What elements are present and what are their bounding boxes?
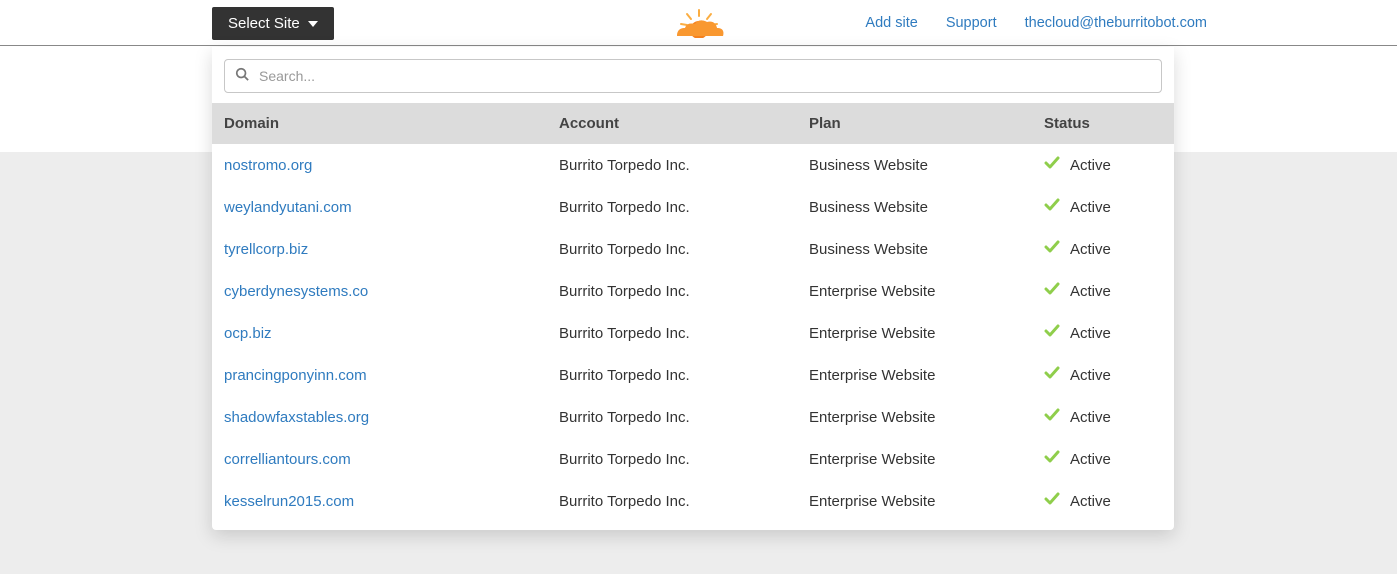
status-cell: Active bbox=[1044, 155, 1162, 175]
plan-cell: Enterprise Website bbox=[809, 367, 1044, 384]
check-icon bbox=[1044, 365, 1060, 385]
top-links: Add site Support thecloud@theburritobot.… bbox=[865, 0, 1207, 46]
status-text: Active bbox=[1070, 325, 1111, 342]
domain-link[interactable]: correlliantours.com bbox=[224, 451, 351, 468]
plan-cell: Business Website bbox=[809, 199, 1044, 216]
plan-cell: Enterprise Website bbox=[809, 325, 1044, 342]
account-cell: Burrito Torpedo Inc. bbox=[559, 367, 809, 384]
account-cell: Burrito Torpedo Inc. bbox=[559, 325, 809, 342]
account-email-link[interactable]: thecloud@theburritobot.com bbox=[1025, 15, 1207, 31]
plan-cell: Enterprise Website bbox=[809, 451, 1044, 468]
plan-cell: Enterprise Website bbox=[809, 409, 1044, 426]
table-header: Domain Account Plan Status bbox=[212, 103, 1174, 144]
table-row[interactable]: kesselrun2015.com Burrito Torpedo Inc.Ent… bbox=[212, 480, 1174, 522]
header-account: Account bbox=[559, 115, 809, 132]
check-icon bbox=[1044, 155, 1060, 175]
domain-link[interactable]: prancingponyinn.com bbox=[224, 367, 367, 384]
account-cell: Burrito Torpedo Inc. bbox=[559, 451, 809, 468]
search-wrap bbox=[212, 47, 1174, 103]
cloudflare-logo-icon bbox=[667, 8, 731, 43]
status-cell: Active bbox=[1044, 281, 1162, 301]
plan-cell: Business Website bbox=[809, 241, 1044, 258]
check-icon bbox=[1044, 323, 1060, 343]
header-plan: Plan bbox=[809, 115, 1044, 132]
domain-link[interactable]: kesselrun2015.com bbox=[224, 493, 354, 510]
plan-cell: Enterprise Website bbox=[809, 493, 1044, 510]
plan-cell: Business Website bbox=[809, 157, 1044, 174]
status-cell: Active bbox=[1044, 323, 1162, 343]
site-selector-panel: Domain Account Plan Status nostromo.org B… bbox=[212, 47, 1174, 530]
search-box[interactable] bbox=[224, 59, 1162, 93]
header-status: Status bbox=[1044, 115, 1162, 132]
table-row[interactable]: weylandyutani.com Burrito Torpedo Inc.Bus… bbox=[212, 186, 1174, 228]
status-text: Active bbox=[1070, 493, 1111, 510]
support-link[interactable]: Support bbox=[946, 15, 997, 31]
table-row[interactable]: prancingponyinn.com Burrito Torpedo Inc.E… bbox=[212, 354, 1174, 396]
account-cell: Burrito Torpedo Inc. bbox=[559, 493, 809, 510]
status-text: Active bbox=[1070, 283, 1111, 300]
table-row[interactable]: ocp.biz Burrito Torpedo Inc.Enterprise We… bbox=[212, 312, 1174, 354]
check-icon bbox=[1044, 197, 1060, 217]
status-text: Active bbox=[1070, 241, 1111, 258]
table-row[interactable]: shadowfaxstables.org Burrito Torpedo Inc.… bbox=[212, 396, 1174, 438]
status-text: Active bbox=[1070, 157, 1111, 174]
topbar: Select Site Add site Support thecloud@th… bbox=[0, 0, 1397, 46]
account-cell: Burrito Torpedo Inc. bbox=[559, 409, 809, 426]
domain-link[interactable]: nostromo.org bbox=[224, 157, 312, 174]
domain-link[interactable]: cyberdynesystems.co bbox=[224, 283, 368, 300]
check-icon bbox=[1044, 407, 1060, 427]
check-icon bbox=[1044, 281, 1060, 301]
status-cell: Active bbox=[1044, 491, 1162, 511]
status-text: Active bbox=[1070, 409, 1111, 426]
check-icon bbox=[1044, 491, 1060, 511]
table-row[interactable]: cyberdynesystems.co Burrito Torpedo Inc.E… bbox=[212, 270, 1174, 312]
select-site-button[interactable]: Select Site bbox=[212, 7, 334, 40]
search-icon bbox=[235, 67, 249, 86]
status-text: Active bbox=[1070, 367, 1111, 384]
table-row[interactable]: tyrellcorp.biz Burrito Torpedo Inc.Busine… bbox=[212, 228, 1174, 270]
add-site-link[interactable]: Add site bbox=[865, 15, 917, 31]
status-cell: Active bbox=[1044, 239, 1162, 259]
select-site-label: Select Site bbox=[228, 15, 300, 32]
check-icon bbox=[1044, 239, 1060, 259]
status-cell: Active bbox=[1044, 197, 1162, 217]
caret-down-icon bbox=[308, 21, 318, 27]
table-row[interactable]: correlliantours.com Burrito Torpedo Inc.E… bbox=[212, 438, 1174, 480]
account-cell: Burrito Torpedo Inc. bbox=[559, 283, 809, 300]
status-cell: Active bbox=[1044, 449, 1162, 469]
plan-cell: Enterprise Website bbox=[809, 283, 1044, 300]
account-cell: Burrito Torpedo Inc. bbox=[559, 199, 809, 216]
status-text: Active bbox=[1070, 199, 1111, 216]
domain-link[interactable]: ocp.biz bbox=[224, 325, 272, 342]
domain-link[interactable]: weylandyutani.com bbox=[224, 199, 352, 216]
check-icon bbox=[1044, 449, 1060, 469]
domain-link[interactable]: shadowfaxstables.org bbox=[224, 409, 369, 426]
status-text: Active bbox=[1070, 451, 1111, 468]
status-cell: Active bbox=[1044, 407, 1162, 427]
status-cell: Active bbox=[1044, 365, 1162, 385]
account-cell: Burrito Torpedo Inc. bbox=[559, 157, 809, 174]
account-cell: Burrito Torpedo Inc. bbox=[559, 241, 809, 258]
table-body: nostromo.orgBurrito Torpedo Inc.Business… bbox=[212, 144, 1174, 522]
table-row[interactable]: nostromo.org Burrito Torpedo Inc.Business… bbox=[212, 144, 1174, 186]
search-input[interactable] bbox=[259, 68, 1151, 84]
header-domain: Domain bbox=[224, 115, 559, 132]
domain-link[interactable]: tyrellcorp.biz bbox=[224, 241, 308, 258]
